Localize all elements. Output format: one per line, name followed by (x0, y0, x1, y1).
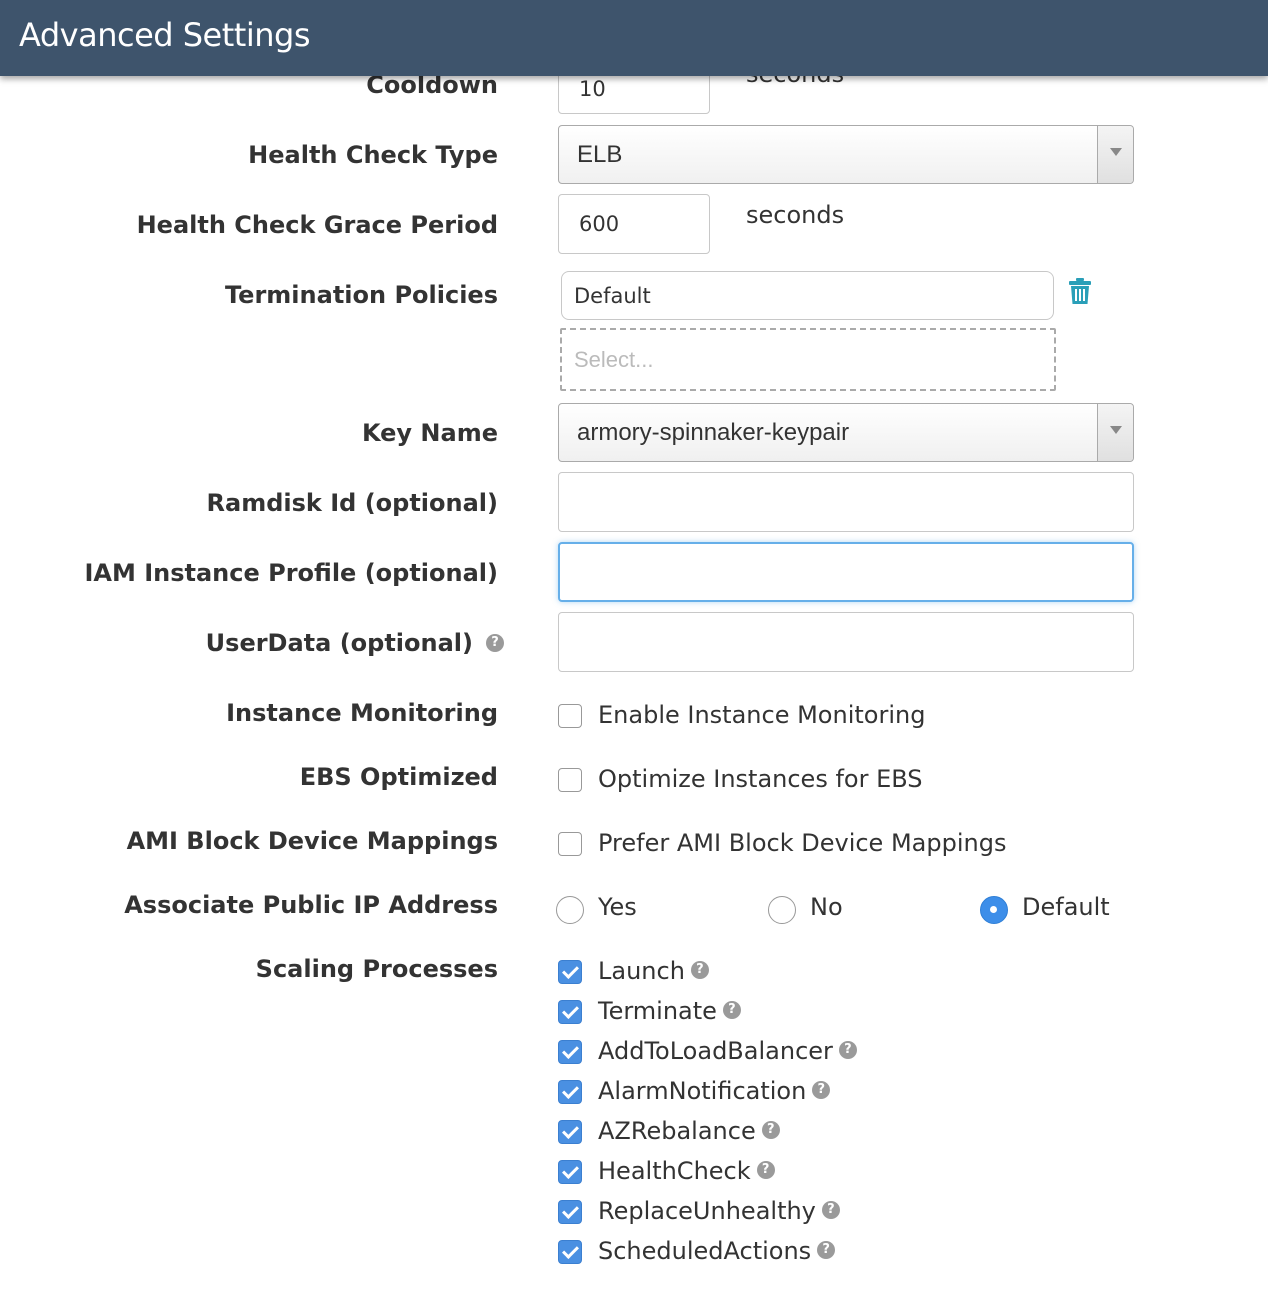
health-check-type-label: Health Check Type (248, 141, 498, 169)
health-check-grace-period-input[interactable]: 600 (558, 194, 710, 254)
key-name-value: armory-spinnaker-keypair (577, 418, 850, 446)
ramdisk-id-label: Ramdisk Id (optional) (206, 489, 498, 517)
health-check-grace-period-suffix: seconds (746, 201, 845, 229)
question-circle-icon[interactable]: ? (812, 1081, 831, 1099)
scaling-process-name: AddToLoadBalancer (598, 1037, 833, 1065)
public-ip-yes-radio[interactable] (556, 896, 584, 924)
advanced-settings-form: Cooldown 10 seconds Health Check Type EL… (0, 0, 1268, 1292)
scaling-process-launch-label[interactable]: Launch? (598, 957, 709, 985)
public-ip-default-label[interactable]: Default (1022, 893, 1110, 921)
iam-instance-profile-label: IAM Instance Profile (optional) (84, 559, 498, 587)
scaling-process-terminate-label[interactable]: Terminate? (598, 997, 741, 1025)
scaling-process-addtoloadbalancer-checkbox[interactable] (558, 1040, 582, 1064)
question-circle-icon[interactable]: ? (722, 1001, 741, 1019)
termination-policy-value: Default (574, 283, 651, 308)
key-name-select[interactable]: armory-spinnaker-keypair (558, 403, 1134, 462)
chevron-down-icon[interactable] (1097, 404, 1133, 461)
question-circle-icon[interactable]: ? (486, 634, 504, 652)
scaling-process-replaceunhealthy-checkbox[interactable] (558, 1200, 582, 1224)
termination-policy-default[interactable]: Default (561, 271, 1054, 320)
associate-public-ip-label: Associate Public IP Address (124, 891, 498, 919)
question-circle-icon[interactable]: ? (817, 1241, 836, 1259)
ebs-optimized-label: EBS Optimized (299, 763, 498, 791)
user-data-label: UserData (optional) (205, 629, 473, 657)
question-circle-icon[interactable]: ? (838, 1041, 857, 1059)
public-ip-no-label[interactable]: No (810, 893, 843, 921)
ebs-optimized-checkbox[interactable] (558, 768, 582, 792)
question-circle-icon[interactable]: ? (756, 1161, 775, 1179)
chevron-down-icon[interactable] (1097, 126, 1133, 183)
scaling-process-name: HealthCheck (598, 1157, 751, 1185)
ebs-optimized-option[interactable]: Optimize Instances for EBS (598, 765, 923, 793)
ami-block-device-mappings-option[interactable]: Prefer AMI Block Device Mappings (598, 829, 1006, 857)
scaling-process-scheduledactions-label[interactable]: ScheduledActions? (598, 1237, 836, 1265)
public-ip-default-radio[interactable] (980, 896, 1008, 924)
health-check-type-value: ELB (577, 140, 623, 168)
scaling-process-scheduledactions-checkbox[interactable] (558, 1240, 582, 1264)
health-check-type-select[interactable]: ELB (558, 125, 1134, 184)
instance-monitoring-option[interactable]: Enable Instance Monitoring (598, 701, 925, 729)
scaling-process-healthcheck-checkbox[interactable] (558, 1160, 582, 1184)
trash-icon[interactable] (1068, 278, 1092, 305)
instance-monitoring-label: Instance Monitoring (226, 699, 498, 727)
scaling-process-replaceunhealthy-label[interactable]: ReplaceUnhealthy? (598, 1197, 840, 1225)
scaling-process-azrebalance-label[interactable]: AZRebalance? (598, 1117, 780, 1145)
scaling-process-terminate-checkbox[interactable] (558, 1000, 582, 1024)
public-ip-no-radio[interactable] (768, 896, 796, 924)
termination-policies-label: Termination Policies (225, 281, 498, 309)
scaling-process-name: ScheduledActions (598, 1237, 812, 1265)
health-check-grace-period-label: Health Check Grace Period (136, 211, 498, 239)
scaling-process-name: Terminate (598, 997, 717, 1025)
termination-policy-placeholder: Select... (574, 346, 654, 372)
instance-monitoring-checkbox[interactable] (558, 704, 582, 728)
termination-policy-select[interactable]: Select... (560, 328, 1056, 391)
question-circle-icon[interactable]: ? (690, 961, 709, 979)
public-ip-yes-label[interactable]: Yes (598, 893, 637, 921)
scaling-process-addtoloadbalancer-label[interactable]: AddToLoadBalancer? (598, 1037, 857, 1065)
health-check-grace-period-value: 600 (579, 212, 620, 236)
scaling-process-name: Launch (598, 957, 685, 985)
ami-block-device-mappings-checkbox[interactable] (558, 832, 582, 856)
iam-instance-profile-input[interactable] (558, 542, 1134, 602)
question-circle-icon[interactable]: ? (761, 1121, 780, 1139)
user-data-input[interactable] (558, 612, 1134, 672)
scaling-process-alarmnotification-label[interactable]: AlarmNotification? (598, 1077, 831, 1105)
scaling-process-alarmnotification-checkbox[interactable] (558, 1080, 582, 1104)
scaling-process-healthcheck-label[interactable]: HealthCheck? (598, 1157, 775, 1185)
cooldown-value: 10 (579, 77, 606, 101)
scaling-process-name: AlarmNotification (598, 1077, 807, 1105)
page-title: Advanced Settings (19, 16, 310, 54)
ami-block-device-mappings-label: AMI Block Device Mappings (126, 827, 498, 855)
scaling-processes-label: Scaling Processes (255, 955, 498, 983)
scaling-process-azrebalance-checkbox[interactable] (558, 1120, 582, 1144)
question-circle-icon[interactable]: ? (821, 1201, 840, 1219)
modal-header: Advanced Settings (0, 0, 1268, 76)
scaling-process-launch-checkbox[interactable] (558, 960, 582, 984)
scaling-process-name: AZRebalance (598, 1117, 756, 1145)
key-name-label: Key Name (361, 419, 498, 447)
scaling-process-name: ReplaceUnhealthy (598, 1197, 816, 1225)
ramdisk-id-input[interactable] (558, 472, 1134, 532)
